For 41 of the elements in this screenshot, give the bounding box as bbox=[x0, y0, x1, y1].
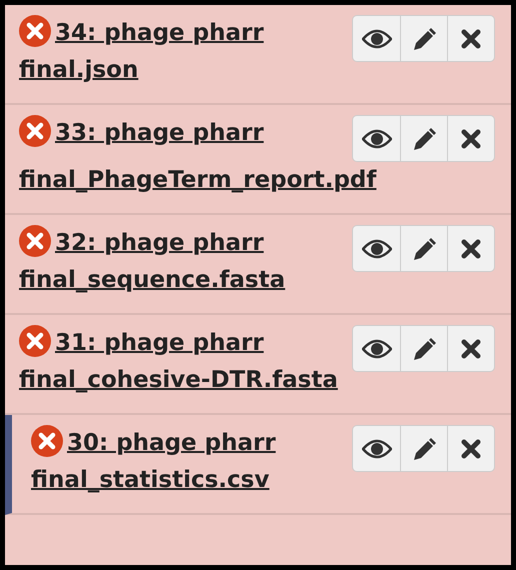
dataset-title-link[interactable]: 33: phage pharr final_PhageTerm_report.pdf bbox=[19, 115, 495, 199]
pencil-icon bbox=[411, 126, 437, 152]
dataset-title-link[interactable]: 32: phage pharr final_sequence.fasta bbox=[19, 225, 495, 299]
pencil-icon bbox=[411, 436, 437, 462]
view-button[interactable] bbox=[353, 326, 400, 371]
dataset-title-link[interactable]: 30: phage pharr final_statistics.csv bbox=[31, 425, 495, 499]
edit-button[interactable] bbox=[400, 326, 447, 371]
eye-icon bbox=[362, 438, 392, 458]
error-icon bbox=[19, 15, 51, 47]
eye-icon bbox=[362, 128, 392, 148]
view-button[interactable] bbox=[353, 116, 400, 161]
eye-icon bbox=[362, 28, 392, 48]
error-icon bbox=[19, 115, 51, 147]
pencil-icon bbox=[411, 336, 437, 362]
view-button[interactable] bbox=[353, 226, 400, 271]
delete-button[interactable] bbox=[447, 226, 494, 271]
delete-button[interactable] bbox=[447, 116, 494, 161]
view-button[interactable] bbox=[353, 16, 400, 61]
edit-button[interactable] bbox=[400, 226, 447, 271]
edit-button[interactable] bbox=[400, 116, 447, 161]
close-icon bbox=[461, 28, 481, 48]
close-icon bbox=[461, 438, 481, 458]
dataset-title-link[interactable]: 34: phage pharr final.json bbox=[19, 15, 495, 89]
pencil-icon bbox=[411, 236, 437, 262]
close-icon bbox=[461, 338, 481, 358]
delete-button[interactable] bbox=[447, 16, 494, 61]
dataset-title-link[interactable]: 31: phage pharr final_cohesive-DTR.fasta bbox=[19, 325, 495, 399]
delete-button[interactable] bbox=[447, 426, 494, 471]
error-icon bbox=[31, 425, 63, 457]
delete-button[interactable] bbox=[447, 326, 494, 371]
dataset-item[interactable]: 30: phage pharr final_statistics.csv bbox=[5, 415, 511, 515]
eye-icon bbox=[362, 238, 392, 258]
close-icon bbox=[461, 238, 481, 258]
error-icon bbox=[19, 225, 51, 257]
error-icon bbox=[19, 325, 51, 357]
edit-button[interactable] bbox=[400, 426, 447, 471]
edit-button[interactable] bbox=[400, 16, 447, 61]
eye-icon bbox=[362, 338, 392, 358]
pencil-icon bbox=[411, 26, 437, 52]
close-icon bbox=[461, 128, 481, 148]
view-button[interactable] bbox=[353, 426, 400, 471]
